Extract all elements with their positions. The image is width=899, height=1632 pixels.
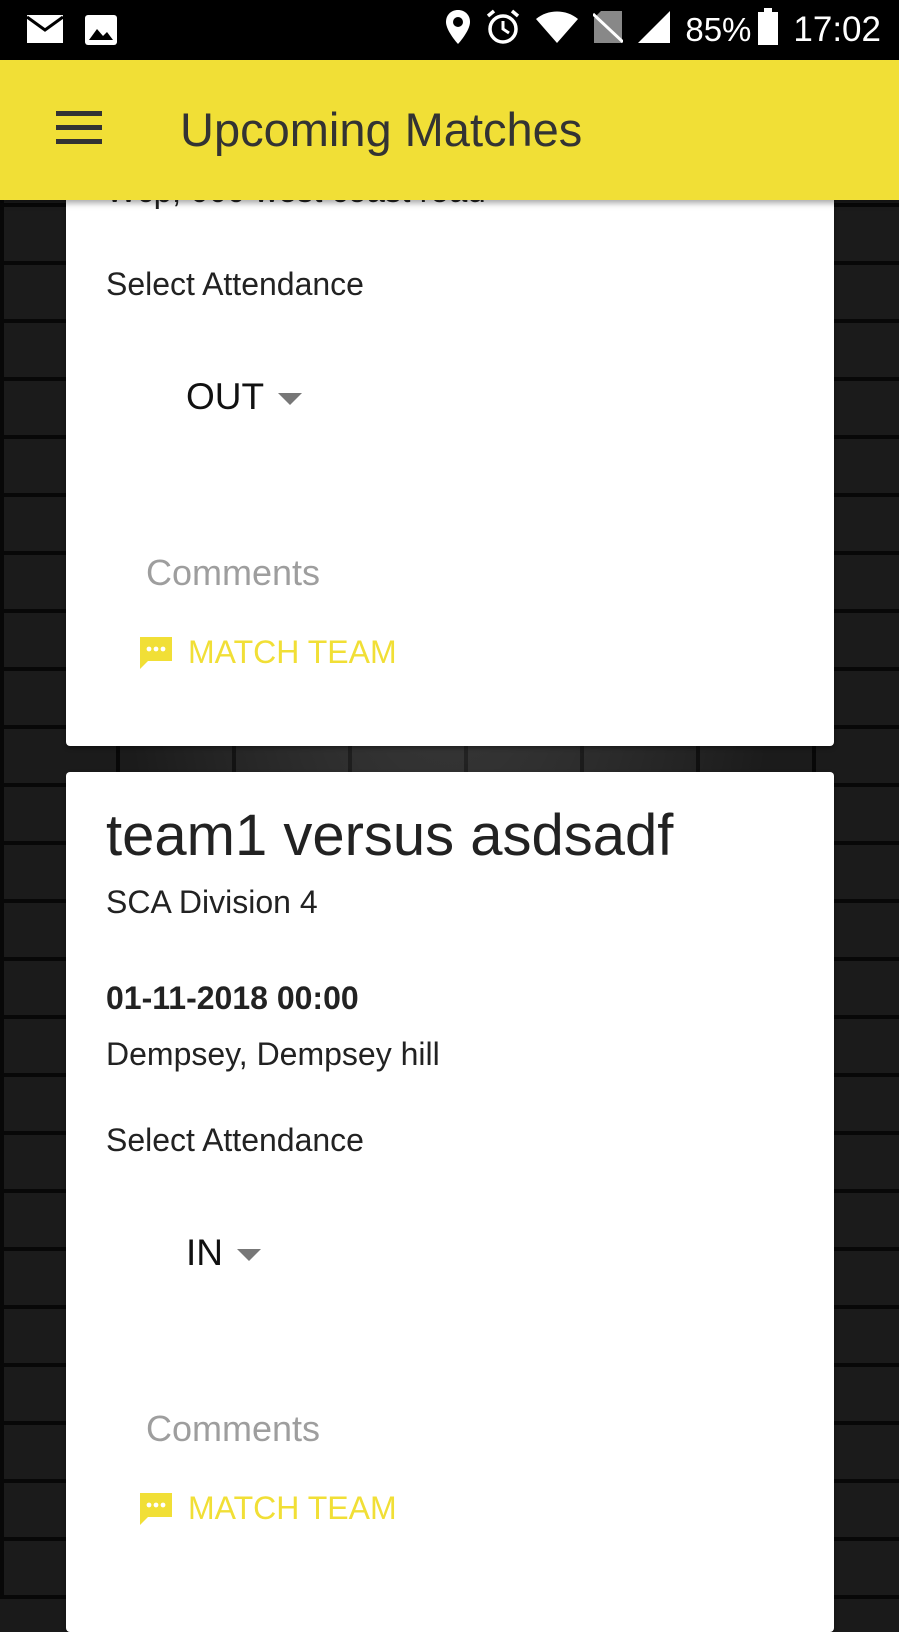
comments-input[interactable]: Comments [146, 1408, 320, 1450]
alarm-icon [485, 9, 521, 50]
match-card: Wcp, 000 west coast road Select Attendan… [66, 140, 834, 746]
hamburger-menu-icon[interactable] [44, 102, 114, 162]
attendance-value: OUT [186, 376, 265, 417]
comments-input[interactable]: Comments [146, 552, 320, 594]
wifi-icon [535, 10, 579, 49]
signal-icon [637, 10, 671, 49]
battery-icon [757, 8, 779, 51]
match-team-button[interactable]: MATCH TEAM [138, 1490, 397, 1527]
page-title: Upcoming Matches [180, 103, 583, 156]
mail-icon [26, 14, 64, 51]
dropdown-arrow-icon [278, 393, 303, 405]
match-team-label: MATCH TEAM [188, 1490, 397, 1526]
chat-icon [138, 635, 174, 671]
match-card: team1 versus asdsadf SCA Division 4 01-1… [66, 772, 834, 1632]
attendance-label: Select Attendance [106, 266, 364, 302]
match-team-label: MATCH TEAM [188, 634, 397, 670]
match-title: team1 versus asdsadf [106, 803, 674, 868]
match-venue: Dempsey, Dempsey hill [106, 1036, 440, 1072]
battery-percent: 85% [685, 10, 752, 48]
attendance-value: IN [186, 1232, 223, 1273]
attendance-dropdown[interactable]: IN [186, 1232, 261, 1274]
match-division: SCA Division 4 [106, 884, 318, 920]
location-icon [445, 9, 471, 50]
image-icon [84, 14, 118, 51]
match-team-button[interactable]: MATCH TEAM [138, 634, 397, 671]
attendance-label: Select Attendance [106, 1122, 364, 1158]
clock: 17:02 [793, 9, 881, 49]
status-bar: 85% 17:02 [0, 0, 899, 60]
dropdown-arrow-icon [237, 1249, 261, 1261]
app-bar: Upcoming Matches [0, 60, 899, 200]
chat-icon [138, 1491, 174, 1527]
match-datetime: 01-11-2018 00:00 [106, 980, 359, 1016]
attendance-dropdown[interactable]: OUT [186, 376, 303, 418]
no-signal-icon [592, 10, 625, 49]
